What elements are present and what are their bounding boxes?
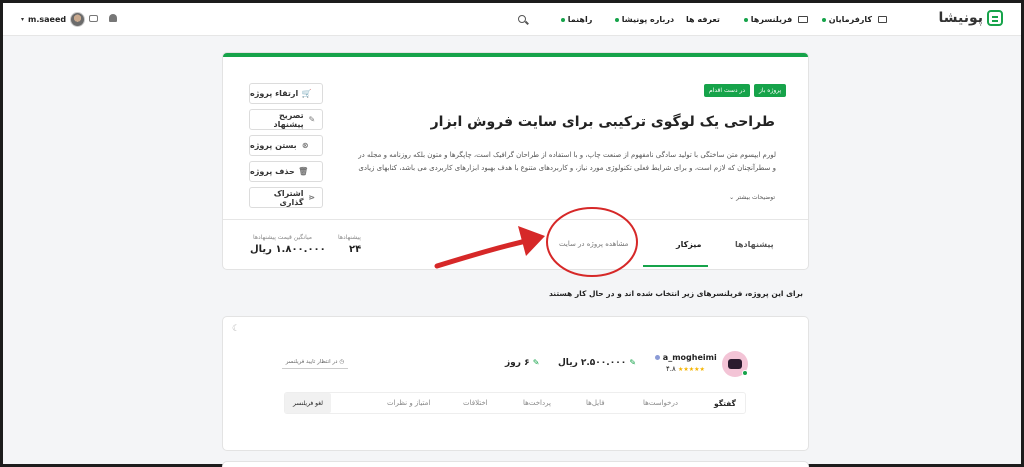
avatar: [70, 12, 86, 27]
project-description: لورم ایپسوم متن ساختگی با تولید سادگی نا…: [356, 149, 776, 175]
tab-proposals[interactable]: پیشنهادها: [735, 240, 774, 249]
logo[interactable]: پونیشا: [938, 10, 1003, 26]
delete-project-button[interactable]: 🗑 حذف پروژه: [249, 161, 323, 182]
nav-item-help[interactable]: راهنما: [558, 15, 592, 24]
project-title: طراحی یک لوگوی ترکیبی برای سایت فروش ابز…: [430, 114, 775, 130]
selected-freelancers-notice: برای این پروژه، فریلنسرهای زیر انتخاب شد…: [548, 289, 803, 298]
cancel-freelancer-button[interactable]: لغو فریلنسر: [285, 393, 331, 413]
briefcase-icon: [877, 16, 887, 23]
top-navbar: پونیشا کارفرمایان فریلنسرها تعرفه ها درب…: [3, 3, 1021, 36]
nav-item-about[interactable]: درباره پونیشا: [612, 15, 674, 24]
chevron-down-icon: ▾: [21, 16, 25, 23]
cart-icon: 🛒: [301, 89, 312, 98]
online-status-dot: [742, 370, 748, 376]
verified-dot-icon: [655, 355, 660, 360]
clock-icon: ◷: [339, 358, 345, 365]
close-circle-icon: ⊗: [301, 141, 309, 150]
logo-text: پونیشا: [938, 10, 983, 26]
freelancer-avatar[interactable]: [722, 351, 748, 377]
nav-item-pricing[interactable]: تعرفه ها: [686, 15, 720, 24]
freelancer-username[interactable]: a_mogheimi: [655, 353, 717, 362]
stat-proposals-value: ۲۴: [349, 244, 362, 255]
stat-avg-price-label: میانگین قیمت پیشنهادها: [253, 234, 312, 241]
user-menu[interactable]: ▾ m.saeed: [21, 12, 86, 27]
freelancer-duration: ✎ ۶ روز: [505, 358, 540, 368]
dropdown-dot-icon: [822, 17, 826, 22]
tab-ratings[interactable]: امتیاز و نظرات: [387, 399, 430, 407]
tab-active-indicator: [643, 265, 708, 267]
freelancer-rating: ۴.۸ ★★★★★: [666, 365, 706, 373]
dropdown-dot-icon: [744, 17, 748, 22]
stat-avg-price-value: ۱.۸۰۰.۰۰۰ ریال: [250, 244, 326, 255]
chevron-down-icon: ⌄: [729, 194, 735, 201]
logo-mark-icon: [987, 10, 1003, 26]
description-line: و سطرآنچنان که لازم است، و برای شرایط فع…: [356, 164, 776, 172]
tab-chat[interactable]: گفتگو: [714, 399, 736, 408]
annotation-overlay: [434, 207, 638, 277]
share-icon: ⋖: [308, 193, 316, 202]
annotation-circle: [546, 207, 638, 277]
status-badge-open: پروژه باز: [754, 84, 787, 97]
user-name: m.saeed: [28, 15, 67, 24]
tab-payments[interactable]: پرداخت‌ها: [523, 399, 551, 407]
search-icon[interactable]: [518, 15, 529, 25]
tab-requests[interactable]: درخواست‌ها: [643, 399, 678, 407]
share-button[interactable]: ⋖ اشتراک گذاری: [249, 187, 323, 208]
tab-workspace[interactable]: میزکار: [676, 240, 701, 249]
avatar-face-icon: [728, 359, 742, 369]
clarify-proposal-button[interactable]: ✎ تصریح پیشنهاد: [249, 109, 323, 130]
star-rating-icon: ★★★★★: [677, 366, 706, 373]
stat-proposals-label: پیشنهادها: [338, 234, 361, 241]
status-badge-in-progress: در دست اقدام: [704, 84, 751, 97]
dropdown-dot-icon: [615, 17, 619, 22]
monitor-icon: [798, 16, 809, 23]
tab-disputes[interactable]: اختلافات: [463, 399, 488, 407]
nav-item-freelancers[interactable]: فریلنسرها: [741, 15, 809, 24]
more-description-link[interactable]: توضیحات بیشتر ⌄: [729, 194, 775, 201]
freelancer-price: ✎ ۲.۵۰۰.۰۰۰ ریال: [558, 358, 637, 368]
next-freelancer-card: [223, 462, 808, 467]
annotation-arrow: [434, 236, 538, 269]
chat-icon[interactable]: [89, 15, 98, 22]
nav-item-employers[interactable]: کارفرمایان: [819, 15, 887, 24]
pencil-icon: ✎: [308, 115, 316, 124]
moon-icon: ☾: [232, 324, 241, 334]
trash-icon: 🗑: [298, 167, 309, 176]
tab-files[interactable]: فایل‌ها: [586, 399, 605, 407]
edit-price-icon[interactable]: ✎: [629, 358, 636, 367]
close-project-button[interactable]: ⊗ بستن پروژه: [249, 135, 323, 156]
freelancer-status: ◷ در انتظار تایید فریلنسر: [282, 355, 348, 369]
freelancer-card: [223, 317, 808, 450]
bell-icon[interactable]: [109, 14, 117, 22]
description-line: لورم ایپسوم متن ساختگی با تولید سادگی نا…: [356, 151, 776, 159]
annotation-arrowhead: [518, 226, 545, 256]
dropdown-dot-icon: [561, 17, 565, 22]
upgrade-project-button[interactable]: 🛒 ارتقاء پروژه: [249, 83, 323, 104]
edit-duration-icon[interactable]: ✎: [533, 358, 540, 367]
